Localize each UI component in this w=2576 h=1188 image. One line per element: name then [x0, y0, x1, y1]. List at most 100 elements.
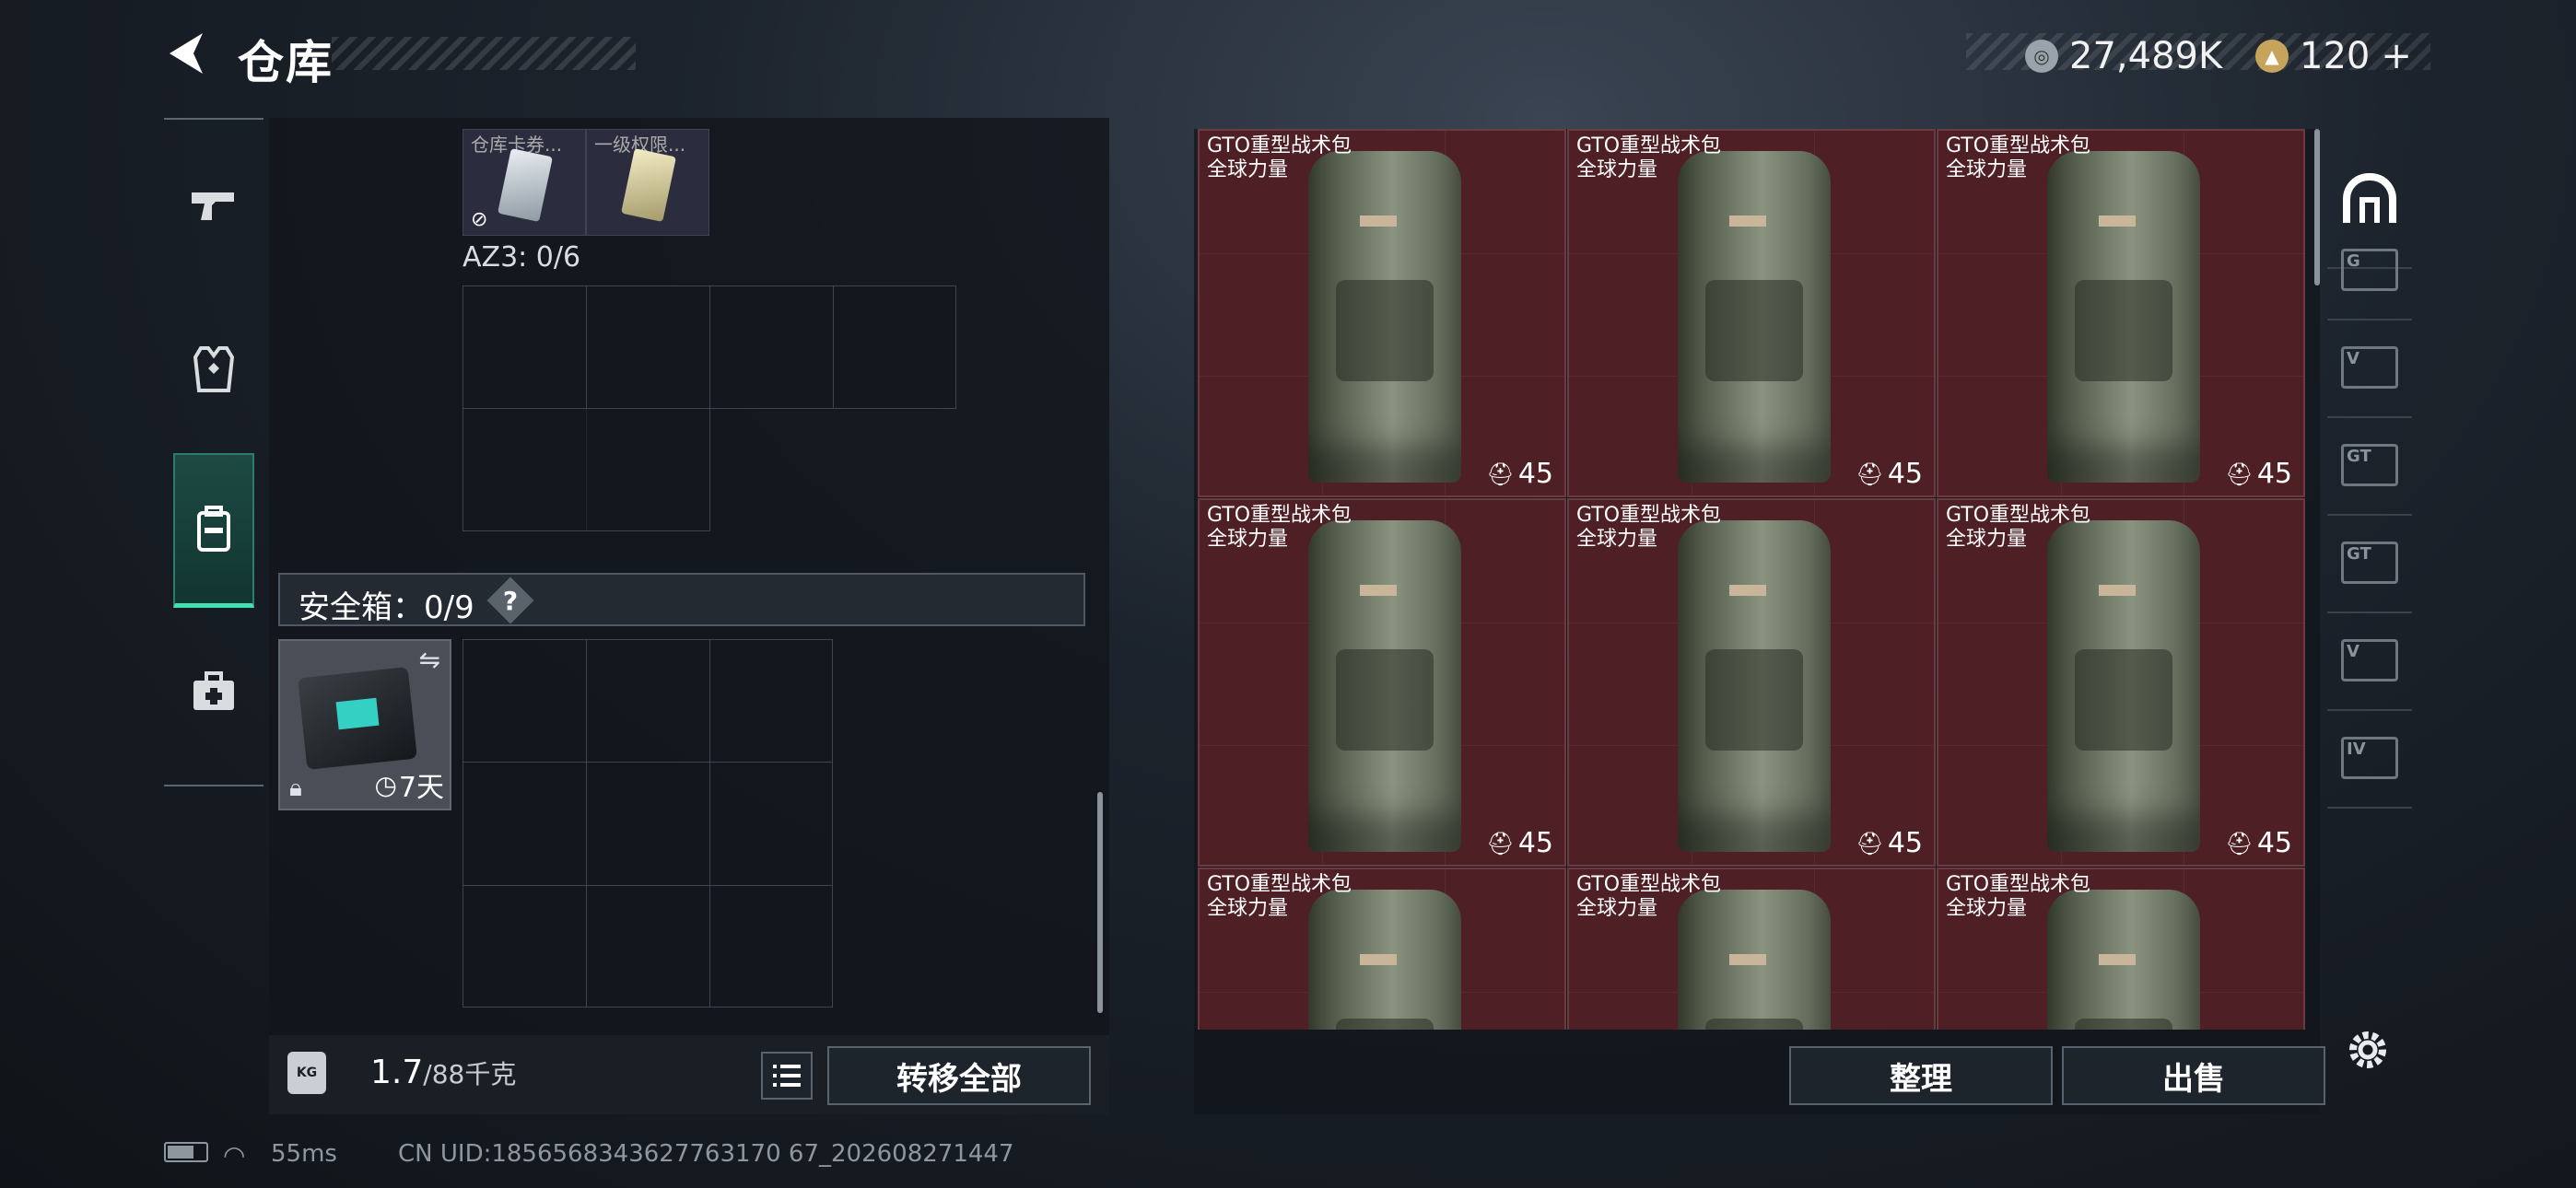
capacity-value: 45 — [2256, 458, 2292, 490]
item-source: 全球力量 — [1946, 528, 2028, 551]
category-v-cam[interactable]: V — [2327, 319, 2412, 418]
page-title: 仓库 — [238, 36, 334, 89]
left-scrollbar[interactable] — [1097, 792, 1103, 1013]
add-gold-button[interactable]: + — [2381, 35, 2412, 77]
nav-item-weapons[interactable] — [164, 136, 263, 274]
right-scrollbar[interactable] — [2314, 129, 2320, 285]
backpack-image — [1678, 151, 1831, 483]
item-capacity: ⛑ 45 — [1856, 827, 1923, 859]
settings-button[interactable] — [2342, 1024, 2394, 1076]
item-label: GTO重型战术包 全球力量 — [1207, 504, 1352, 552]
warehouse-item[interactable]: GTO重型战术包 全球力量 — [1567, 868, 1936, 1030]
safe-box-grid[interactable] — [463, 639, 833, 1007]
gold-coin-icon: ▲ — [2255, 40, 2289, 73]
item-name: GTO重型战术包 — [1207, 134, 1352, 157]
helmet-icon — [2343, 173, 2396, 223]
safe-box-panel — [335, 697, 380, 730]
card-image — [498, 148, 553, 222]
item-name: GTO重型战术包 — [1946, 504, 2091, 527]
nav-item-armor[interactable] — [164, 300, 263, 438]
capacity-value: 45 — [2256, 827, 2292, 859]
warehouse-item[interactable]: GTO重型战术包 全球力量 ⛑ 45 — [1937, 129, 2305, 497]
no-trade-icon: ⊘ — [471, 208, 488, 231]
capacity-icon: ⛑ — [1856, 460, 1884, 487]
item-capacity: ⛑ 45 — [2225, 827, 2292, 859]
swap-icon[interactable]: ⇋ — [419, 645, 440, 675]
warehouse-item[interactable]: GTO重型战术包 全球力量 ⛑ 45 — [1567, 129, 1936, 497]
category-v-b[interactable]: V — [2327, 611, 2412, 711]
category-gt-a[interactable]: GT — [2327, 416, 2412, 516]
capacity-icon: ⛑ — [1856, 830, 1884, 856]
item-source: 全球力量 — [1576, 528, 1658, 551]
backpack-image — [1678, 520, 1831, 852]
gear-icon — [2349, 1031, 2386, 1068]
uid-text: CN UID:1856568343627763170 67_2026082714… — [398, 1140, 1014, 1168]
item-slot-card1[interactable]: 仓库卡券... ⊘ — [463, 129, 586, 236]
warehouse-item[interactable]: GTO重型战术包 全球力量 ⛑ 45 — [1198, 498, 1566, 867]
lock-icon: 🔒︎ — [289, 775, 302, 802]
item-capacity: ⛑ 45 — [1486, 458, 1553, 490]
nav-item-medical[interactable] — [164, 623, 263, 761]
item-slot-card2[interactable]: 一级权限... — [586, 129, 709, 236]
item-source: 全球力量 — [1576, 897, 1658, 920]
item-source: 全球力量 — [1207, 158, 1289, 181]
item-name: GTO重型战术包 — [1207, 873, 1352, 896]
warehouse-item[interactable]: GTO重型战术包 全球力量 ⛑ 45 — [1567, 498, 1936, 867]
container-grid-row2[interactable] — [463, 408, 710, 531]
gold-amount: 120 — [2300, 35, 2371, 77]
back-button[interactable] — [162, 28, 214, 79]
category-iv[interactable]: IV — [2327, 709, 2412, 809]
item-source: 全球力量 — [1576, 158, 1658, 181]
item-source: 全球力量 — [1207, 528, 1289, 551]
item-source: 全球力量 — [1207, 897, 1289, 920]
warehouse-item[interactable]: GTO重型战术包 全球力量 ⛑ 45 — [1937, 498, 2305, 867]
backpack-icon — [197, 505, 230, 552]
list-icon — [773, 1065, 801, 1087]
back-arrow-icon — [170, 33, 203, 74]
item-name: GTO重型战术包 — [1576, 873, 1722, 896]
nav-item-backpack[interactable] — [173, 453, 254, 608]
duration-badge: ◷ 7天 — [374, 764, 444, 805]
right-category-bar: G V GT GT V IV — [2327, 129, 2412, 1031]
ping-text: 55ms — [271, 1140, 337, 1168]
category-g-lock[interactable]: G — [2327, 221, 2412, 320]
pistol-icon — [192, 192, 234, 220]
weight-max: /88千克 — [423, 1059, 517, 1089]
sort-button[interactable]: 整理 — [1789, 1046, 2053, 1105]
item-label: GTO重型战术包 全球力量 — [1576, 873, 1721, 921]
gold-currency[interactable]: ▲ 120 + — [2255, 35, 2412, 77]
warehouse-grid: GTO重型战术包 全球力量 ⛑ 45 GTO重型战术包 全球力量 ⛑ 45 GTO重型战术包 全球… — [1198, 129, 2307, 1030]
capacity-icon: ⛑ — [2225, 460, 2254, 487]
safe-box-label: 安全箱：0/9 — [299, 589, 474, 626]
item-label: GTO重型战术包 全球力量 — [1576, 134, 1721, 182]
battery-icon — [164, 1142, 208, 1162]
item-name: GTO重型战术包 — [1946, 134, 2091, 157]
item-label: GTO重型战术包 全球力量 — [1207, 134, 1352, 182]
wifi-icon: ◠ — [223, 1140, 246, 1171]
item-source: 全球力量 — [1946, 158, 2028, 181]
backpack-image — [2047, 151, 2200, 483]
capacity-icon: ⛑ — [2225, 830, 2254, 856]
sell-button[interactable]: 出售 — [2062, 1046, 2325, 1105]
backpack-image — [2047, 520, 2200, 852]
warehouse-item[interactable]: GTO重型战术包 全球力量 ⛑ 45 — [1198, 129, 1566, 497]
card-image — [621, 148, 676, 222]
capacity-icon: ⛑ — [1486, 830, 1515, 856]
safe-box-item[interactable]: ⇋ 🔒︎ ◷ 7天 — [278, 639, 451, 810]
category-gt-b[interactable]: GT — [2327, 514, 2412, 613]
clock-icon: ◷ — [374, 769, 397, 800]
list-view-button[interactable] — [761, 1052, 813, 1100]
silver-coin-icon: ◎ — [2025, 40, 2058, 73]
item-label: GTO重型战术包 全球力量 — [1207, 873, 1352, 921]
weapon-v2-icon: V — [2341, 639, 2398, 681]
warehouse-item[interactable]: GTO重型战术包 全球力量 — [1937, 868, 2305, 1030]
item-label: GTO重型战术包 全球力量 — [1576, 504, 1721, 552]
title-decoration — [332, 37, 636, 70]
medkit-icon — [193, 671, 234, 710]
item-capacity: ⛑ 45 — [1486, 827, 1553, 859]
weapon-gt2-icon: GT — [2341, 542, 2398, 584]
capacity-value: 45 — [1517, 458, 1553, 490]
duration-text: 7天 — [398, 772, 444, 804]
warehouse-item[interactable]: GTO重型战术包 全球力量 — [1198, 868, 1566, 1030]
transfer-all-button[interactable]: 转移全部 — [827, 1046, 1091, 1105]
